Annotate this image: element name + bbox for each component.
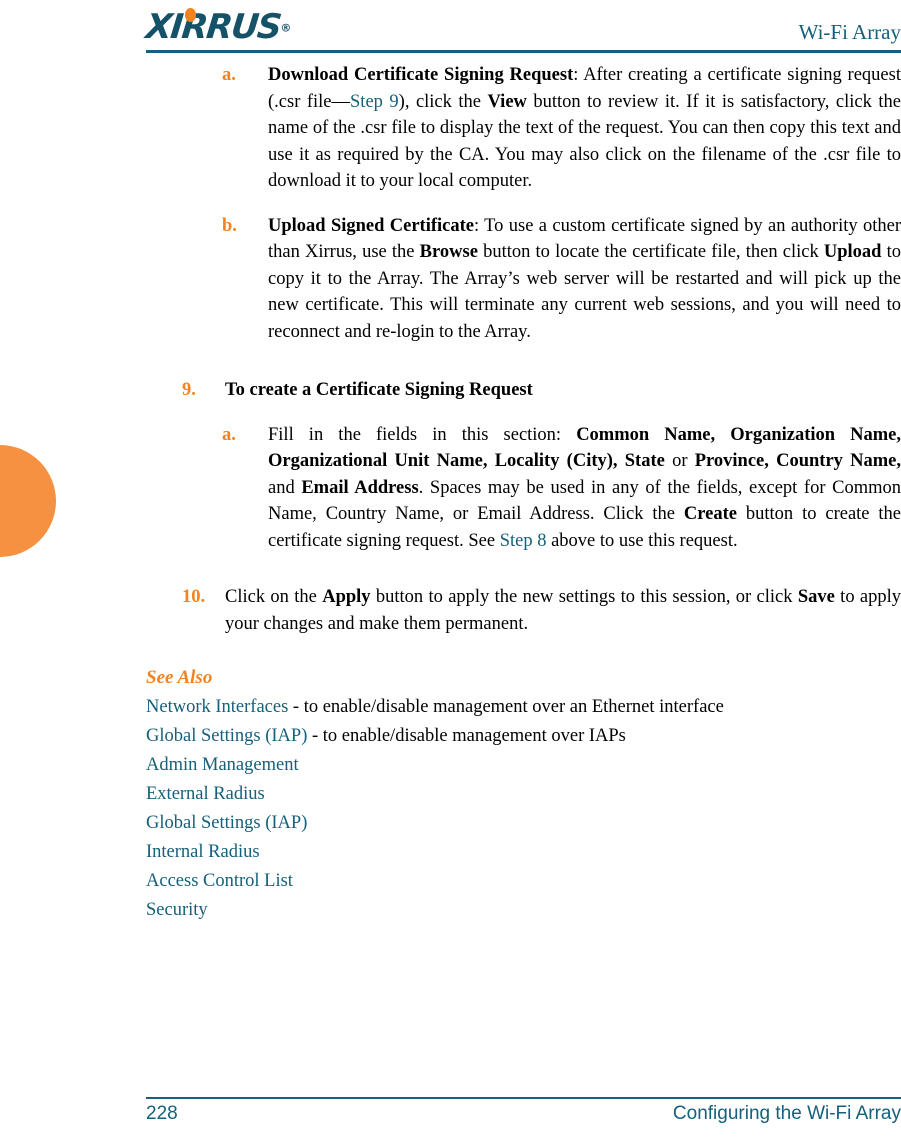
- cross-reference-step-8[interactable]: Step 8: [500, 531, 547, 551]
- see-also-heading: See Also: [146, 667, 213, 688]
- text-run: ), click the: [398, 91, 488, 112]
- term-download-csr: Download Certificate Signing Request: [268, 65, 574, 85]
- see-also-link-list: Network Interfaces - to enable/disable m…: [146, 693, 901, 925]
- see-also-link-security[interactable]: Security: [146, 900, 208, 920]
- list-item: Internal Radius: [146, 838, 901, 867]
- list-marker: 9.: [182, 380, 196, 400]
- list-item: External Radius: [146, 780, 901, 809]
- header-divider: [146, 50, 901, 53]
- see-also-link-global-settings-iap-2[interactable]: Global Settings (IAP): [146, 813, 307, 833]
- xirrus-logo: XIRRUS®: [143, 7, 336, 47]
- text-run: Fill in the fields in this section:: [268, 424, 577, 445]
- page-header: XIRRUS® Wi-Fi Array: [143, 6, 901, 56]
- list-item-10-apply-or-save: 10. Click on the Apply button to apply t…: [146, 584, 901, 637]
- page-edge-tab: [0, 445, 56, 557]
- list-item: Network Interfaces - to enable/disable m…: [146, 693, 901, 722]
- list-item: Global Settings (IAP) - to enable/disabl…: [146, 722, 901, 751]
- ui-label-browse: Browse: [419, 242, 478, 262]
- list-item-a-download-csr: a. Download Certificate Signing Request:…: [146, 62, 901, 195]
- term-upload-signed-certificate: Upload Signed Certificate: [268, 215, 474, 236]
- ui-label-upload: Upload: [823, 242, 882, 262]
- see-also-link-internal-radius[interactable]: Internal Radius: [146, 842, 260, 862]
- footer-divider: [146, 1097, 901, 1099]
- header-product-title: Wi-Fi Array: [798, 20, 901, 44]
- footer-section-title: Configuring the Wi-Fi Array: [672, 1103, 901, 1124]
- list-item: Security: [146, 896, 901, 925]
- list-item-heading: To create a Certificate Signing Request: [225, 380, 533, 400]
- see-also-link-description: - to enable/disable management over an E…: [288, 697, 724, 717]
- list-item: Admin Management: [146, 751, 901, 780]
- list-marker: a.: [222, 424, 236, 445]
- page-content: a. Download Certificate Signing Request:…: [146, 62, 901, 925]
- list-item: Access Control List: [146, 867, 901, 896]
- list-item-body: Fill in the fields in this section: Comm…: [268, 422, 901, 555]
- list-item-b-upload-signed-certificate: b. Upload Signed Certificate: To use a c…: [146, 213, 901, 346]
- list-item-body: Upload Signed Certificate: To use a cust…: [268, 213, 901, 346]
- see-also-link-admin-management[interactable]: Admin Management: [146, 755, 299, 775]
- text-run: above to use this request.: [546, 530, 738, 551]
- text-run: Click on the: [225, 587, 323, 607]
- list-marker: 10.: [182, 587, 206, 607]
- cross-reference-step-9[interactable]: Step 9: [350, 92, 399, 112]
- ui-label-save: Save: [797, 587, 835, 607]
- list-item-9a-fill-fields: a. Fill in the fields in this section: C…: [146, 422, 901, 555]
- list-item-9-create-csr: 9. To create a Certificate Signing Reque…: [146, 377, 901, 404]
- logo-wordmark: XIRRUS: [143, 7, 283, 47]
- see-also-link-network-interfaces[interactable]: Network Interfaces: [146, 697, 288, 717]
- ui-label-apply: Apply: [322, 587, 371, 607]
- see-also-link-global-settings-iap[interactable]: Global Settings (IAP): [146, 726, 307, 746]
- see-also-link-access-control-list[interactable]: Access Control List: [146, 871, 293, 891]
- list-marker: a.: [222, 65, 236, 85]
- page-footer: 228 Configuring the Wi-Fi Array: [146, 1103, 901, 1125]
- list-marker: b.: [222, 215, 237, 236]
- list-item-body: Click on the Apply button to apply the n…: [225, 584, 901, 637]
- see-also-section: See Also Network Interfaces - to enable/…: [146, 663, 901, 925]
- text-run: or: [664, 451, 695, 471]
- field-names-group-2: Province, Country Name,: [694, 451, 901, 471]
- text-run: button to locate the certificate file, t…: [477, 242, 824, 262]
- see-also-link-description: - to enable/disable management over IAPs: [307, 726, 626, 746]
- text-run: and: [268, 477, 302, 498]
- field-name-email-address: Email Address: [301, 477, 419, 498]
- list-item: Global Settings (IAP): [146, 809, 901, 838]
- ui-label-view: View: [487, 91, 527, 112]
- logo-orange-dot-icon: [185, 8, 196, 22]
- list-item-body: Download Certificate Signing Request: Af…: [268, 62, 901, 195]
- ui-label-create: Create: [683, 504, 737, 524]
- logo-registered-mark: ®: [280, 21, 292, 35]
- footer-page-number: 228: [146, 1103, 178, 1124]
- text-run: button to apply the new settings to this…: [370, 587, 798, 607]
- see-also-link-external-radius[interactable]: External Radius: [146, 784, 265, 804]
